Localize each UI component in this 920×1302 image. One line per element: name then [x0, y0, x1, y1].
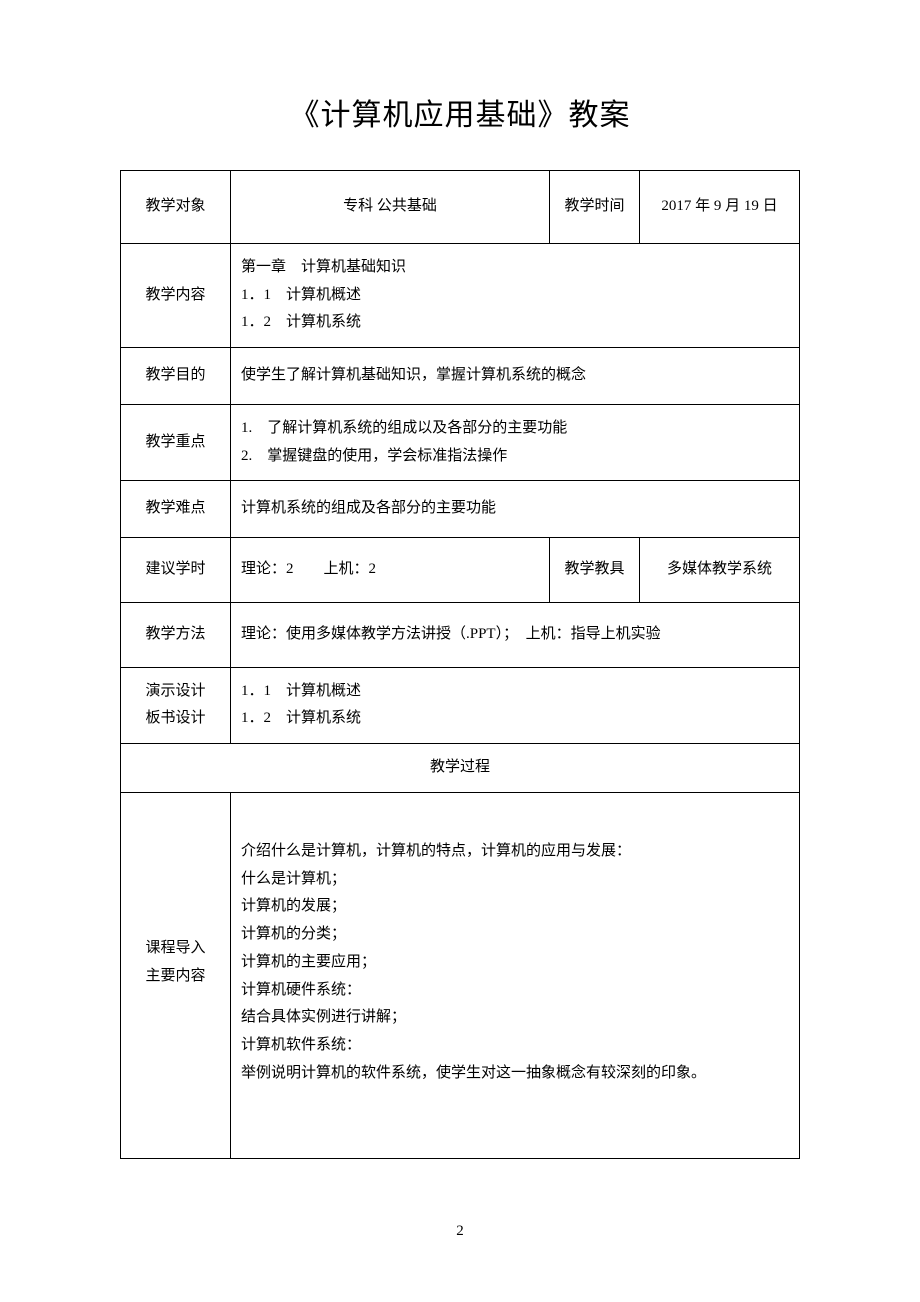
label-difficulty: 教学难点 — [121, 481, 231, 538]
page-number: 2 — [0, 1223, 920, 1240]
label-intro: 课程导入 主要内容 — [121, 792, 231, 1158]
value-purpose: 使学生了解计算机基础知识，掌握计算机系统的概念 — [231, 348, 800, 405]
value-method: 理论：使用多媒体教学方法讲授（.PPT）； 上机：指导上机实验 — [231, 602, 800, 667]
process-header: 教学过程 — [121, 744, 800, 793]
value-keypoint: 1. 了解计算机系统的组成以及各部分的主要功能 2. 掌握键盘的使用，学会标准指… — [231, 404, 800, 481]
label-hours: 建议学时 — [121, 538, 231, 603]
label-purpose: 教学目的 — [121, 348, 231, 405]
value-aids: 多媒体教学系统 — [640, 538, 800, 603]
label-keypoint: 教学重点 — [121, 404, 231, 481]
row-difficulty: 教学难点 计算机系统的组成及各部分的主要功能 — [121, 481, 800, 538]
label-method: 教学方法 — [121, 602, 231, 667]
value-intro: 介绍什么是计算机，计算机的特点，计算机的应用与发展： 什么是计算机； 计算机的发… — [231, 792, 800, 1158]
label-subject: 教学对象 — [121, 171, 231, 244]
row-intro: 课程导入 主要内容 介绍什么是计算机，计算机的特点，计算机的应用与发展： 什么是… — [121, 792, 800, 1158]
document-page: 《计算机应用基础》教案 教学对象 专科 公共基础 教学时间 2017 年 9 月… — [0, 0, 920, 1199]
document-title: 《计算机应用基础》教案 — [120, 90, 800, 134]
row-content: 教学内容 第一章 计算机基础知识 1．1 计算机概述 1．2 计算机系统 — [121, 243, 800, 347]
label-design: 演示设计 板书设计 — [121, 667, 231, 744]
row-method: 教学方法 理论：使用多媒体教学方法讲授（.PPT）； 上机：指导上机实验 — [121, 602, 800, 667]
value-time: 2017 年 9 月 19 日 — [640, 171, 800, 244]
row-design: 演示设计 板书设计 1．1 计算机概述 1．2 计算机系统 — [121, 667, 800, 744]
label-aids: 教学教具 — [550, 538, 640, 603]
label-content: 教学内容 — [121, 243, 231, 347]
value-design: 1．1 计算机概述 1．2 计算机系统 — [231, 667, 800, 744]
value-difficulty: 计算机系统的组成及各部分的主要功能 — [231, 481, 800, 538]
row-process-header: 教学过程 — [121, 744, 800, 793]
value-subject: 专科 公共基础 — [231, 171, 550, 244]
label-time: 教学时间 — [550, 171, 640, 244]
lesson-plan-table: 教学对象 专科 公共基础 教学时间 2017 年 9 月 19 日 教学内容 第… — [120, 170, 800, 1159]
value-hours: 理论：2 上机：2 — [231, 538, 550, 603]
row-subject-time: 教学对象 专科 公共基础 教学时间 2017 年 9 月 19 日 — [121, 171, 800, 244]
row-hours-aids: 建议学时 理论：2 上机：2 教学教具 多媒体教学系统 — [121, 538, 800, 603]
row-keypoint: 教学重点 1. 了解计算机系统的组成以及各部分的主要功能 2. 掌握键盘的使用，… — [121, 404, 800, 481]
value-content: 第一章 计算机基础知识 1．1 计算机概述 1．2 计算机系统 — [231, 243, 800, 347]
row-purpose: 教学目的 使学生了解计算机基础知识，掌握计算机系统的概念 — [121, 348, 800, 405]
